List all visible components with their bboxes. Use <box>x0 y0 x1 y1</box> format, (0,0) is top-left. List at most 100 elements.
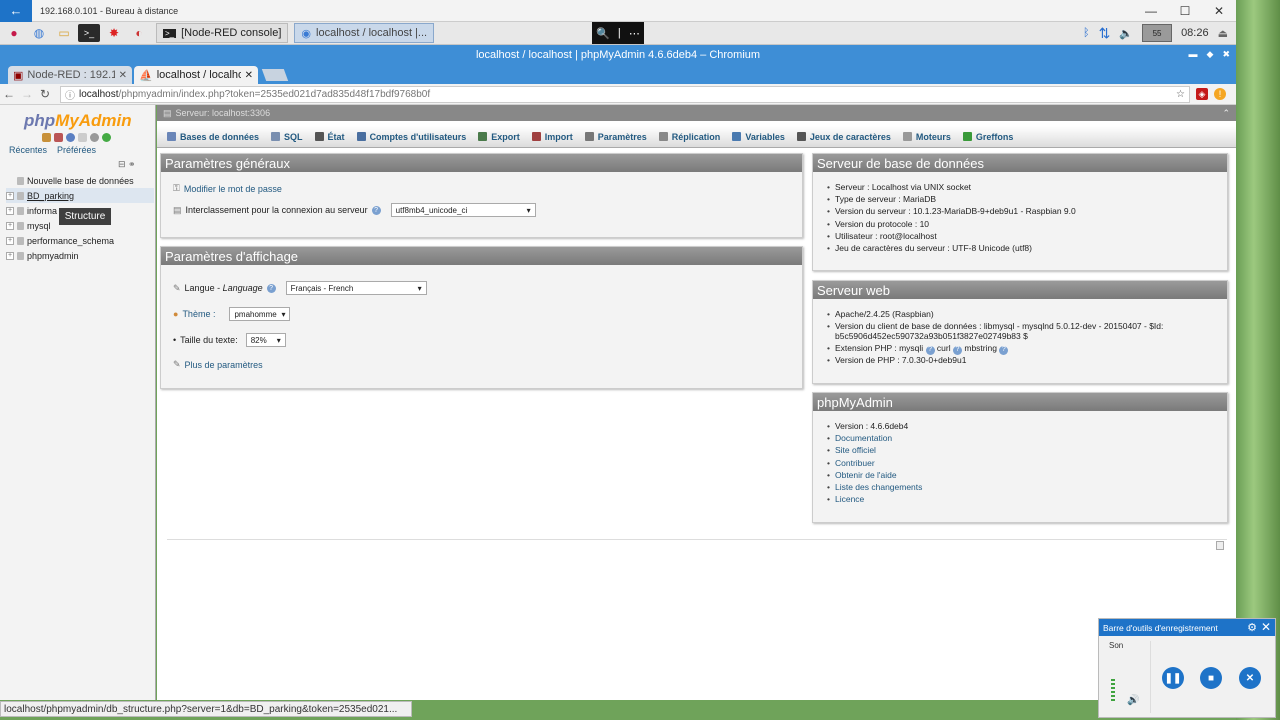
favorites-tab[interactable]: Préférées <box>57 145 96 155</box>
expand-icon[interactable]: + <box>6 251 14 260</box>
db-item-performance-schema[interactable]: + performance_schema <box>6 233 154 248</box>
menu-item-1[interactable]: SQL <box>265 126 309 148</box>
bookmark-star-icon[interactable]: ☆ <box>1176 89 1185 100</box>
tab-phpmyadmin[interactable]: ⛵ localhost / localho ✕ <box>134 66 258 84</box>
speaker-icon[interactable]: 🔊 <box>1127 695 1139 706</box>
close-button[interactable]: ✕ <box>1202 4 1236 18</box>
menu-item-0[interactable]: Bases de données <box>161 126 265 148</box>
console-toggle-icon[interactable] <box>1216 541 1224 550</box>
list-item[interactable]: Site officiel <box>827 445 922 457</box>
list-item[interactable]: Licence <box>827 494 922 506</box>
new-tab-button[interactable] <box>261 69 289 81</box>
info-icon[interactable]: ⓘ <box>65 87 75 102</box>
language-select[interactable]: Français - French ▾ <box>285 281 427 295</box>
change-password-link[interactable]: Modifier le mot de passe <box>184 184 282 194</box>
remote-desktop-titlebar: ← 192.168.0.101 - Bureau à distance — ☐ … <box>0 0 1236 22</box>
expand-icon[interactable]: + <box>6 206 14 215</box>
help-icon[interactable]: ? <box>953 345 962 355</box>
menu-item-6[interactable]: Paramètres <box>579 126 653 148</box>
menu-item-3[interactable]: Comptes d'utilisateurs <box>351 126 473 148</box>
web-browser-icon[interactable]: ◍ <box>28 24 50 42</box>
menu-item-7[interactable]: Réplication <box>653 126 727 148</box>
help-icon[interactable]: ? <box>999 345 1009 355</box>
close-icon[interactable]: ✖ <box>1222 49 1230 60</box>
collation-select[interactable]: utf8mb4_unicode_ci ▾ <box>390 203 536 217</box>
db-item-phpmyadmin[interactable]: + phpmyadmin <box>6 248 154 263</box>
close-tab-icon[interactable]: ✕ <box>119 70 127 81</box>
font-size-select[interactable]: 82% ▾ <box>245 333 286 347</box>
menu-item-4[interactable]: Export <box>472 126 526 148</box>
extension-icon[interactable]: ! <box>1214 88 1226 100</box>
forward-icon[interactable]: → <box>18 87 36 101</box>
menu-item-2[interactable]: État <box>309 126 351 148</box>
db-item-bd-parking[interactable]: + BD_parking <box>6 188 154 203</box>
wolfram-icon[interactable]: ✸ <box>103 24 125 42</box>
terminal-icon[interactable]: >_ <box>78 24 100 42</box>
server-link[interactable]: Serveur: localhost:3306 <box>176 108 271 118</box>
help-icon[interactable]: ? <box>266 283 276 293</box>
maximize-icon[interactable]: ◆ <box>1207 49 1214 60</box>
back-button[interactable]: ← <box>0 0 32 22</box>
close-icon[interactable]: ✕ <box>1261 620 1271 634</box>
taskbar-node-red-console[interactable]: >_ [Node-RED console] <box>156 23 289 43</box>
cancel-recording-button[interactable]: ✕ <box>1239 667 1261 689</box>
collapse-all-icon[interactable]: ⊟ ⚭ <box>118 159 136 170</box>
home-icon[interactable] <box>42 133 51 142</box>
address-bar[interactable]: ⓘ localhost/phpmyadmin/index.php?token=2… <box>60 85 1190 103</box>
audio-level-meter <box>1111 679 1115 703</box>
eject-icon[interactable]: ⏏ <box>1218 27 1228 40</box>
menu-item-8[interactable]: Variables <box>726 126 791 148</box>
network-icon[interactable]: ⇅ <box>1099 25 1111 42</box>
volume-icon[interactable]: 🔈 <box>1119 27 1133 40</box>
list-item[interactable]: Obtenir de l'aide <box>827 470 922 482</box>
back-icon[interactable]: ← <box>0 87 18 101</box>
expand-icon[interactable]: + <box>6 191 14 200</box>
minimize-button[interactable]: — <box>1134 4 1168 18</box>
more-icon[interactable]: ⋯ <box>629 27 640 40</box>
taskbar-chromium[interactable]: ◉ localhost / localhost |... <box>294 23 435 43</box>
collapse-icon[interactable]: ⌃ <box>1222 108 1230 119</box>
close-tab-icon[interactable]: ✕ <box>245 70 253 81</box>
menu-item-11[interactable]: Greffons <box>957 126 1020 148</box>
menu-item-5[interactable]: Import <box>526 126 579 148</box>
node-red-icon: ▣ <box>13 69 24 82</box>
new-database-item[interactable]: Nouvelle base de données <box>6 173 154 188</box>
list-item[interactable]: Documentation <box>827 433 922 445</box>
help-icon[interactable]: ? <box>371 205 381 215</box>
theme-select[interactable]: pmahomme ▾ <box>229 307 291 321</box>
menu-item-10[interactable]: Moteurs <box>897 126 957 148</box>
expand-icon[interactable]: + <box>6 221 14 230</box>
zoom-icon[interactable]: 🔍 <box>596 27 610 40</box>
settings-icon[interactable] <box>90 133 99 142</box>
theme-label[interactable]: Thème : <box>182 309 215 319</box>
mathematica-icon[interactable]: ◐ <box>128 24 150 42</box>
tab-node-red[interactable]: ▣ Node-RED : 192.16 ✕ <box>8 66 132 84</box>
minimize-icon[interactable]: ▬ <box>1189 49 1198 60</box>
file-manager-icon[interactable]: ▭ <box>53 24 75 42</box>
reload-icon[interactable]: ↻ <box>36 87 54 101</box>
list-item[interactable]: Contribuer <box>827 458 922 470</box>
expand-icon[interactable]: + <box>6 236 14 245</box>
recent-tab[interactable]: Récentes <box>9 145 47 155</box>
maximize-button[interactable]: ☐ <box>1168 4 1202 18</box>
menu-item-9[interactable]: Jeux de caractères <box>791 126 897 148</box>
desktop-background <box>1236 0 1280 720</box>
help-icon[interactable]: ? <box>925 345 935 355</box>
more-settings-link[interactable]: Plus de paramètres <box>185 360 263 370</box>
terminal-icon: >_ <box>163 28 177 38</box>
ublock-icon[interactable]: ◈ <box>1196 88 1208 100</box>
docs-icon[interactable] <box>78 133 87 142</box>
stop-button[interactable]: ■ <box>1200 667 1222 689</box>
database-server-panel: Serveur de base de données Serveur : Loc… <box>812 153 1228 271</box>
reload-nav-icon[interactable] <box>102 133 111 142</box>
menu-icon <box>478 132 488 141</box>
menu-label: Réplication <box>671 131 721 142</box>
logout-icon[interactable] <box>54 133 63 142</box>
pause-button[interactable]: ❚❚ <box>1162 667 1184 689</box>
settings-icon[interactable]: ⚙ <box>1247 621 1257 634</box>
phpmyadmin-logo[interactable]: phpMyAdmin <box>24 111 155 131</box>
help-icon[interactable] <box>66 133 75 142</box>
bluetooth-icon[interactable]: ᛒ <box>1083 27 1090 39</box>
list-item[interactable]: Liste des changements <box>827 482 922 494</box>
raspberry-menu-icon[interactable]: ● <box>3 24 25 42</box>
